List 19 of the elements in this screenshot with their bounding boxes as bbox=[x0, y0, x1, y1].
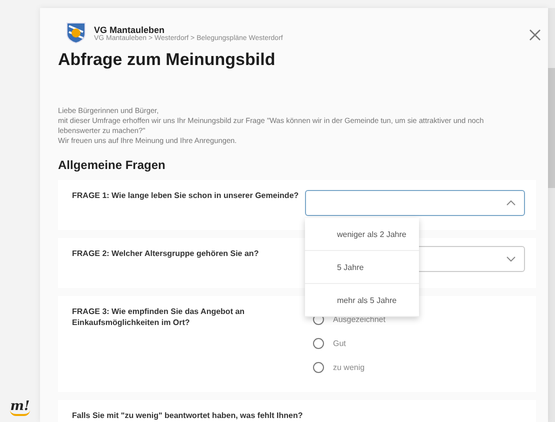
brand-logo: m! bbox=[10, 400, 30, 416]
radio-label: Gut bbox=[333, 339, 346, 348]
radio-button[interactable] bbox=[313, 362, 324, 373]
section-heading: Allgemeine Fragen bbox=[58, 158, 166, 172]
question-label: FRAGE 2: Welcher Altersgruppe gehören Sie an? bbox=[72, 248, 260, 260]
select-field[interactable] bbox=[305, 190, 525, 216]
page-heading: Abfrage zum Meinungsbild bbox=[58, 50, 276, 70]
chevron-icon bbox=[506, 200, 516, 206]
radio-label: Ausgezeichnet bbox=[333, 315, 386, 324]
chevron-icon bbox=[506, 256, 516, 262]
scrollbar[interactable] bbox=[548, 8, 555, 422]
question-label: Falls Sie mit "zu wenig" beantwortet haben, was fehlt Ihnen? bbox=[72, 410, 304, 422]
question-label: FRAGE 3: Wie empfinden Sie das Angebot an Einkaufsmöglichkeiten im Ort? bbox=[72, 306, 246, 329]
close-button[interactable] bbox=[528, 28, 542, 42]
question-label: FRAGE 1: Wie lange leben Sie schon in unserer Gemeinde? bbox=[72, 190, 300, 202]
radio-button[interactable] bbox=[313, 338, 324, 349]
site-title: VG Mantauleben bbox=[94, 24, 165, 34]
radio-label: zu wenig bbox=[333, 363, 365, 372]
coat-of-arms-icon bbox=[66, 22, 86, 44]
